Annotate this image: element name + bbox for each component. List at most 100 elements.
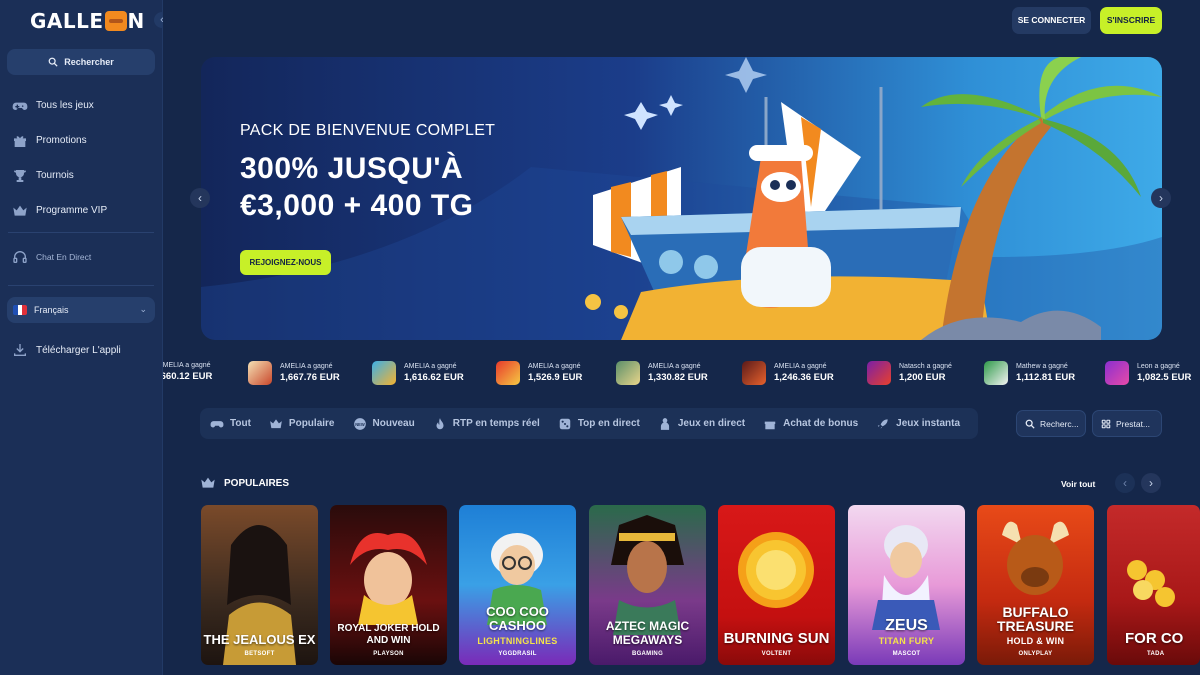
logo-text-end: N [127, 9, 145, 33]
winner-name: AMELIA a gagné [774, 363, 827, 370]
winner-item[interactable]: AMELIA a gagné 1,616.62 EUR [372, 361, 464, 385]
tab-live-games[interactable]: Jeux en direct [658, 417, 745, 431]
promo-banner[interactable]: PACK DE BIENVENUE COMPLET 300% JUSQU'À €… [201, 57, 1162, 340]
winner-name: AMELIA a gagné [280, 363, 333, 370]
game-thumbnail [984, 361, 1008, 385]
banner-prev-button[interactable]: ‹ [190, 188, 210, 208]
download-app-link[interactable]: Télécharger L'appli [12, 342, 121, 358]
games-prev-button[interactable]: ‹ [1115, 473, 1135, 493]
crown-icon [13, 205, 27, 216]
game-thumbnail [248, 361, 272, 385]
rocket-icon [877, 418, 888, 429]
winner-item[interactable]: AMELIA a gagné 1,246.36 EUR [742, 361, 834, 385]
banner-next-button[interactable]: › [1151, 188, 1171, 208]
logo[interactable]: GALLE N [30, 9, 145, 33]
game-card[interactable]: AZTEC MAGIC MEGAWAYS BGAMING [589, 505, 706, 665]
winner-name: AMELIA a gagné [528, 363, 581, 370]
tab-label: RTP en temps réel [452, 418, 540, 429]
grid-icon [1101, 419, 1111, 428]
tab-popular[interactable]: Populaire [269, 417, 335, 431]
game-provider: YGGDRASIL [498, 651, 537, 657]
sidebar-item-vip[interactable]: Programme VIP [0, 193, 163, 228]
banner-eyebrow: PACK DE BIENVENUE COMPLET [240, 122, 496, 139]
category-tabs: Tout Populaire NEW Nouveau RTP en temps … [200, 408, 978, 439]
game-subtitle: TITAN FURY [878, 636, 935, 646]
game-provider: ONLYPLAY [1018, 651, 1053, 657]
game-card[interactable]: COO COO CASHOO LIGHTNINGLINES YGGDRASIL [459, 505, 576, 665]
winner-name: Leon a gagné [1137, 363, 1180, 370]
game-card[interactable]: BURNING SUN VOLTENT [718, 505, 835, 665]
tab-label: Tout [230, 418, 251, 429]
sidebar-search-label: Rechercher [64, 57, 114, 67]
winner-item[interactable]: Natasch a gagné 1,200 EUR [867, 361, 952, 385]
tab-label: Populaire [288, 418, 335, 429]
winner-amount: 1,330.82 EUR [648, 372, 708, 383]
game-thumbnail [1105, 361, 1129, 385]
login-button[interactable]: SE CONNECTER [1012, 7, 1091, 34]
chevron-down-icon: ⌄ [139, 304, 147, 314]
winner-item[interactable]: AMELIA a gagné 1,526.9 EUR [496, 361, 582, 385]
winner-item[interactable]: Mathew a gagné 1,112.81 EUR [984, 361, 1075, 385]
winner-name: Natasch a gagné [899, 363, 952, 370]
tab-bonus-buy[interactable]: Achat de bonus [763, 417, 858, 431]
game-thumbnail [867, 361, 891, 385]
crown-icon [270, 418, 282, 428]
tab-label: Jeux en direct [677, 418, 746, 429]
download-app-label: Télécharger L'appli [36, 344, 121, 356]
sidebar-item-tournaments[interactable]: Tournois [0, 158, 163, 193]
tab-top-live[interactable]: Top en direct [558, 417, 640, 431]
game-title: AZTEC MAGIC MEGAWAYS [605, 619, 690, 647]
game-provider: PLAYSON [373, 651, 404, 657]
treasure-chest-icon [104, 11, 127, 31]
trophy-icon [14, 169, 26, 182]
games-carousel: THE JEALOUS EX BETSOFT ROYAL JOKER HOLD … [201, 505, 1200, 665]
tab-new[interactable]: NEW Nouveau [353, 417, 415, 431]
tab-live-rtp[interactable]: RTP en temps réel [433, 417, 540, 431]
live-chat-link[interactable]: Chat En Direct [12, 249, 91, 265]
dealer-icon [660, 417, 669, 430]
game-provider: TADA [1147, 651, 1165, 657]
game-thumbnail [616, 361, 640, 385]
tab-label: Jeux instanta [896, 418, 961, 429]
game-title: BURNING SUN [723, 630, 830, 647]
live-chat-label: Chat En Direct [36, 252, 92, 262]
winner-amount: 1,200 EUR [899, 372, 946, 383]
winner-item[interactable]: AMELIA a gagné 1,667.76 EUR [248, 361, 340, 385]
download-icon [14, 344, 26, 356]
gamepad-icon [210, 420, 224, 427]
join-button[interactable]: REJOIGNEZ-NOUS [240, 250, 331, 275]
game-card[interactable]: ROYAL JOKER HOLD AND WIN PLAYSON [330, 505, 447, 665]
gift-icon [14, 135, 26, 147]
winner-amount: 1,112.81 EUR [1016, 372, 1076, 383]
games-next-button[interactable]: › [1141, 473, 1161, 493]
winner-item[interactable]: AMELIA a gagné ,660.12 EUR [163, 361, 212, 383]
france-flag-icon [13, 305, 27, 315]
language-label: Français [34, 305, 69, 315]
banner-headline-line: €3,000 + 400 TG [240, 189, 474, 222]
signup-button[interactable]: S'INSCRIRE [1100, 7, 1162, 34]
winner-item[interactable]: Leon a gagné 1,082.5 EUR [1105, 361, 1191, 385]
sidebar-search[interactable]: Rechercher [7, 49, 155, 75]
game-card[interactable]: THE JEALOUS EX BETSOFT [201, 505, 318, 665]
game-card[interactable]: ZEUS TITAN FURY MASCOT [848, 505, 965, 665]
sidebar-item-all-games[interactable]: Tous les jeux [0, 88, 163, 123]
game-thumbnail [496, 361, 520, 385]
game-card[interactable]: FOR CO TADA [1107, 505, 1200, 665]
provider-filter-button[interactable]: Prestat... [1092, 410, 1162, 437]
winner-amount: 1,667.76 EUR [280, 372, 340, 383]
tab-instant-games[interactable]: Jeux instanta [876, 417, 960, 431]
svg-text:NEW: NEW [355, 421, 365, 426]
see-all-link[interactable]: Voir tout [1061, 479, 1095, 489]
sidebar-item-promotions[interactable]: Promotions [0, 123, 163, 158]
tab-label: Achat de bonus [783, 418, 859, 429]
game-title: FOR CO [1125, 630, 1184, 647]
tab-all[interactable]: Tout [210, 417, 251, 431]
winner-item[interactable]: AMELIA a gagné 1,330.82 EUR [616, 361, 708, 385]
game-card[interactable]: BUFFALO TREASURE HOLD & WIN ONLYPLAY [977, 505, 1094, 665]
game-search-input[interactable]: Recherc... [1016, 410, 1086, 437]
language-select[interactable]: Français ⌄ [7, 297, 155, 323]
gift-icon [764, 421, 776, 429]
winner-name: AMELIA a gagné [163, 362, 211, 369]
game-thumbnail [372, 361, 396, 385]
winner-amount: 1,082.5 EUR [1137, 372, 1192, 383]
